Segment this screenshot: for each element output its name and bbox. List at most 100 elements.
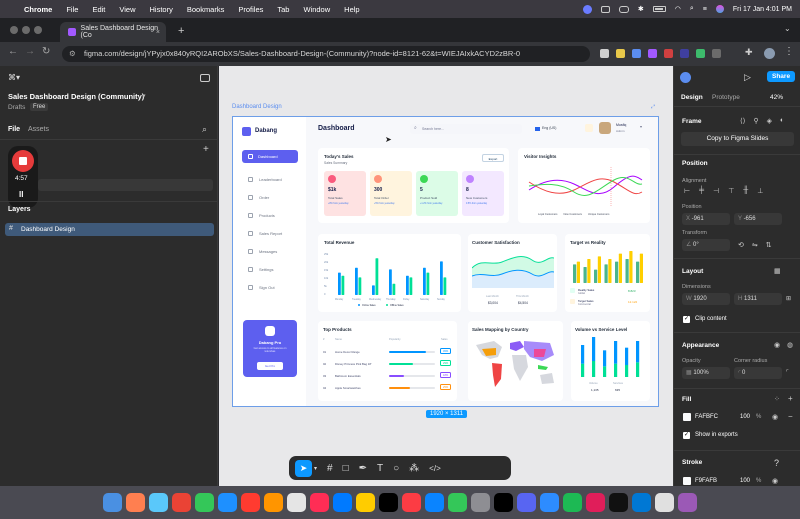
dock-app-icon[interactable] bbox=[494, 493, 513, 512]
comment-tool-icon[interactable]: ○ bbox=[393, 463, 399, 474]
dock-app-icon[interactable] bbox=[609, 493, 628, 512]
dock-app-icon[interactable] bbox=[172, 493, 191, 512]
browser-tab-active[interactable]: Sales Dashboard Design (Co × bbox=[60, 22, 166, 42]
visibility-icon[interactable]: ◉ bbox=[774, 341, 780, 349]
nav-item-products[interactable]: Products bbox=[248, 213, 275, 218]
pause-recording-icon[interactable]: ll bbox=[19, 190, 23, 199]
auto-layout-icon[interactable]: ▦ bbox=[774, 267, 781, 275]
menubar-datetime[interactable]: Fri 17 Jan 4:01 PM bbox=[733, 6, 792, 13]
nav-item-messages[interactable]: Messages bbox=[248, 249, 277, 254]
export-button[interactable]: Export bbox=[482, 154, 504, 162]
menu-tab[interactable]: Tab bbox=[277, 5, 289, 14]
menu-history[interactable]: History bbox=[150, 5, 173, 14]
stop-recording-button[interactable] bbox=[12, 150, 34, 172]
wifi-icon[interactable]: ◠ bbox=[675, 5, 681, 13]
tab-search-icon[interactable]: ⌄ bbox=[784, 24, 791, 33]
search-icon[interactable]: ⌕ bbox=[202, 124, 207, 135]
dock-app-icon[interactable] bbox=[540, 493, 559, 512]
stroke-swatch[interactable] bbox=[683, 477, 691, 485]
drafts-label[interactable]: Drafts bbox=[8, 104, 25, 111]
siri-icon[interactable] bbox=[715, 5, 724, 13]
play-prototype-icon[interactable]: ▷ bbox=[744, 72, 751, 83]
rotation-input[interactable]: ∠ 0° bbox=[682, 239, 730, 251]
add-page-icon[interactable]: + bbox=[203, 144, 209, 155]
y-position-input[interactable]: Y -656 bbox=[734, 213, 782, 225]
window-minimize-button[interactable] bbox=[22, 26, 30, 34]
dock-app-icon[interactable] bbox=[310, 493, 329, 512]
extension-icon[interactable] bbox=[712, 49, 721, 58]
nav-item-order[interactable]: Order bbox=[248, 195, 269, 200]
nav-item-sales-report[interactable]: Sales Report bbox=[248, 231, 282, 236]
pen-tool-icon[interactable]: ✒ bbox=[359, 463, 367, 474]
tab-design[interactable]: Design bbox=[681, 94, 703, 101]
menu-edit[interactable]: Edit bbox=[92, 5, 105, 14]
menu-profiles[interactable]: Profiles bbox=[238, 5, 263, 14]
stroke-opacity[interactable]: 100 bbox=[740, 478, 750, 484]
resize-options-icon[interactable]: ⊞ bbox=[786, 295, 791, 302]
text-tool-icon[interactable]: T bbox=[377, 463, 383, 474]
tool-chevron-icon[interactable]: ▾ bbox=[314, 465, 317, 472]
fill-swatch[interactable] bbox=[683, 413, 691, 421]
address-bar[interactable]: ⚙ figma.com/design/jYPyjx0x840yRQI2ARObX… bbox=[62, 46, 590, 62]
dock-app-icon[interactable] bbox=[103, 493, 122, 512]
figma-main-menu-icon[interactable]: ⌘▾ bbox=[8, 73, 20, 82]
dock-app-icon[interactable] bbox=[241, 493, 260, 512]
spotlight-search-icon[interactable]: ⌕ bbox=[690, 5, 694, 13]
nav-item-leaderboard[interactable]: Leaderboard bbox=[248, 177, 282, 182]
notification-bell-icon[interactable] bbox=[585, 124, 593, 132]
x-position-input[interactable]: X -961 bbox=[682, 213, 730, 225]
mask-icon[interactable]: ◐ bbox=[780, 117, 784, 125]
extension-icon[interactable] bbox=[648, 49, 657, 58]
user-chevron-icon[interactable]: ▾ bbox=[640, 124, 642, 129]
opacity-input[interactable]: ▦ 100% bbox=[682, 367, 730, 379]
user-avatar[interactable] bbox=[599, 122, 611, 134]
menu-bookmarks[interactable]: Bookmarks bbox=[187, 5, 225, 14]
frame-label[interactable]: Dashboard Design bbox=[232, 104, 282, 110]
frame-tool-icon[interactable]: # bbox=[327, 463, 333, 474]
menu-app-chrome[interactable]: Chrome bbox=[24, 5, 52, 14]
page-row-selected[interactable] bbox=[38, 179, 213, 191]
fill-styles-icon[interactable]: ⁘ bbox=[774, 395, 780, 403]
dock-app-icon[interactable] bbox=[448, 493, 467, 512]
file-title[interactable]: Sales Dashboard Design (Community) bbox=[8, 92, 144, 101]
align-top-icon[interactable]: ⊤ bbox=[728, 187, 734, 195]
fill-opacity[interactable]: 100 bbox=[740, 414, 750, 420]
back-icon[interactable]: ← bbox=[8, 46, 18, 57]
tab-prototype[interactable]: Prototype bbox=[712, 94, 740, 101]
dock-app-icon[interactable] bbox=[517, 493, 536, 512]
dock-app-icon[interactable] bbox=[425, 493, 444, 512]
fill-hex[interactable]: FAFBFC bbox=[695, 414, 718, 420]
dock-app-icon[interactable] bbox=[149, 493, 168, 512]
frame-resize-icon[interactable]: ⤢ bbox=[651, 104, 655, 110]
extension-icon[interactable] bbox=[616, 49, 625, 58]
dock-app-icon[interactable] bbox=[678, 493, 697, 512]
link-icon[interactable]: ⚲ bbox=[753, 117, 758, 125]
dock-app-icon[interactable] bbox=[379, 493, 398, 512]
corner-radius-input[interactable]: ◜ 0 bbox=[734, 367, 782, 379]
help-button[interactable]: ? bbox=[774, 458, 779, 468]
dock-app-icon[interactable] bbox=[195, 493, 214, 512]
align-center-v-icon[interactable]: ╫ bbox=[743, 187, 748, 195]
dock-app-icon[interactable] bbox=[287, 493, 306, 512]
tab-assets[interactable]: Assets bbox=[28, 126, 49, 133]
new-tab-button[interactable]: + bbox=[178, 25, 184, 37]
bluetooth-icon[interactable]: ✱ bbox=[638, 5, 644, 13]
remove-fill-icon[interactable]: − bbox=[788, 412, 793, 421]
align-bottom-icon[interactable]: ⊥ bbox=[757, 187, 763, 195]
tab-close-icon[interactable]: × bbox=[156, 29, 160, 36]
get-pro-button[interactable]: Get Pro bbox=[257, 362, 283, 370]
extension-icon[interactable] bbox=[696, 49, 705, 58]
forward-icon[interactable]: → bbox=[25, 46, 35, 57]
show-in-exports-checkbox[interactable]: ✓ bbox=[683, 432, 690, 439]
reload-icon[interactable]: ↻ bbox=[42, 46, 50, 57]
frame-section-title[interactable]: Frame bbox=[682, 118, 702, 125]
flip-horizontal-icon[interactable]: ⇋ bbox=[752, 241, 758, 249]
align-center-h-icon[interactable]: ╪ bbox=[699, 187, 704, 195]
panel-toggle-icon[interactable] bbox=[200, 74, 210, 82]
align-right-icon[interactable]: ⊣ bbox=[713, 187, 719, 195]
dock-app-icon[interactable] bbox=[126, 493, 145, 512]
actions-tool-icon[interactable]: ⁂ bbox=[409, 463, 419, 474]
dock-app-icon[interactable] bbox=[356, 493, 375, 512]
fill-visibility-icon[interactable]: ◉ bbox=[772, 413, 778, 421]
width-input[interactable]: W 1920 bbox=[682, 293, 730, 305]
